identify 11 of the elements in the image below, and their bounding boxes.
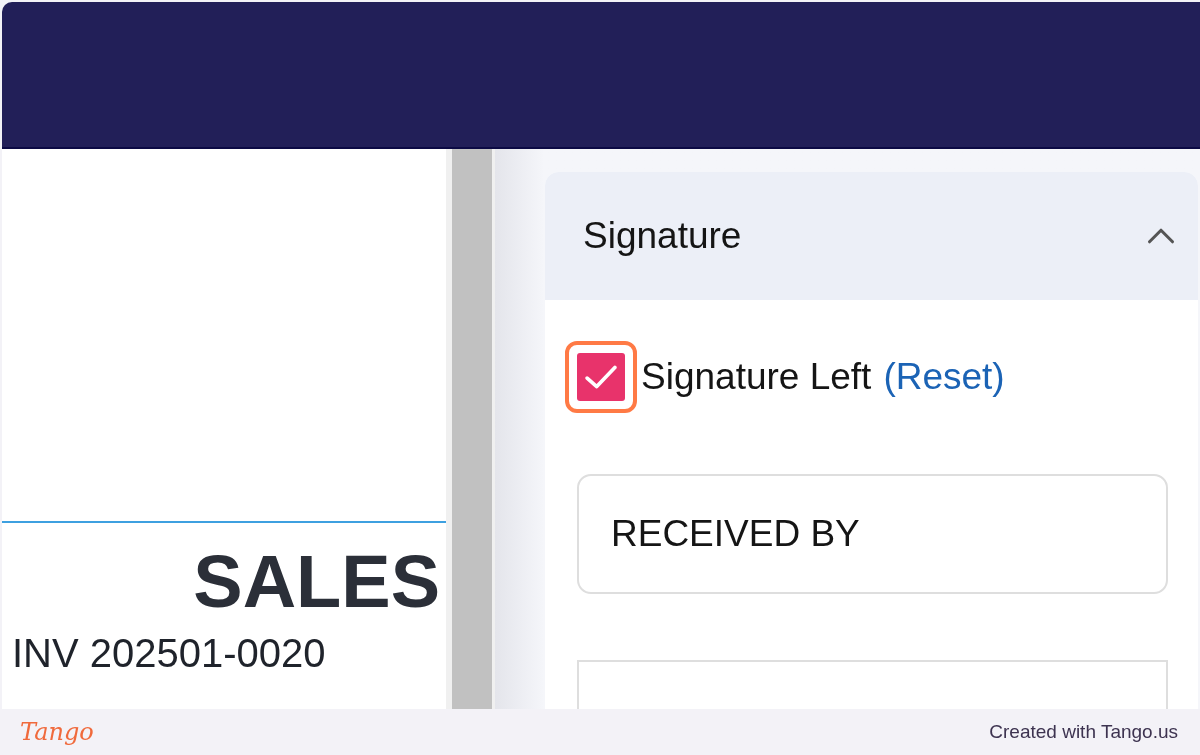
checkmark-icon bbox=[585, 364, 617, 390]
scrollbar-thumb[interactable] bbox=[452, 149, 492, 709]
text-field[interactable]: RECEIVED BY bbox=[577, 474, 1168, 594]
invoice-number: INV 202501-0020 bbox=[12, 631, 326, 675]
checkbox[interactable] bbox=[577, 353, 625, 401]
reset-link[interactable]: (Reset) bbox=[883, 349, 1005, 405]
tango-logo: Tango bbox=[20, 717, 94, 748]
document-title: SALES bbox=[193, 545, 440, 619]
checkbox-label: Signature Left bbox=[641, 355, 872, 400]
footer-credit: Created with Tango.us bbox=[989, 719, 1178, 744]
section-header[interactable]: Signature bbox=[545, 172, 1198, 300]
